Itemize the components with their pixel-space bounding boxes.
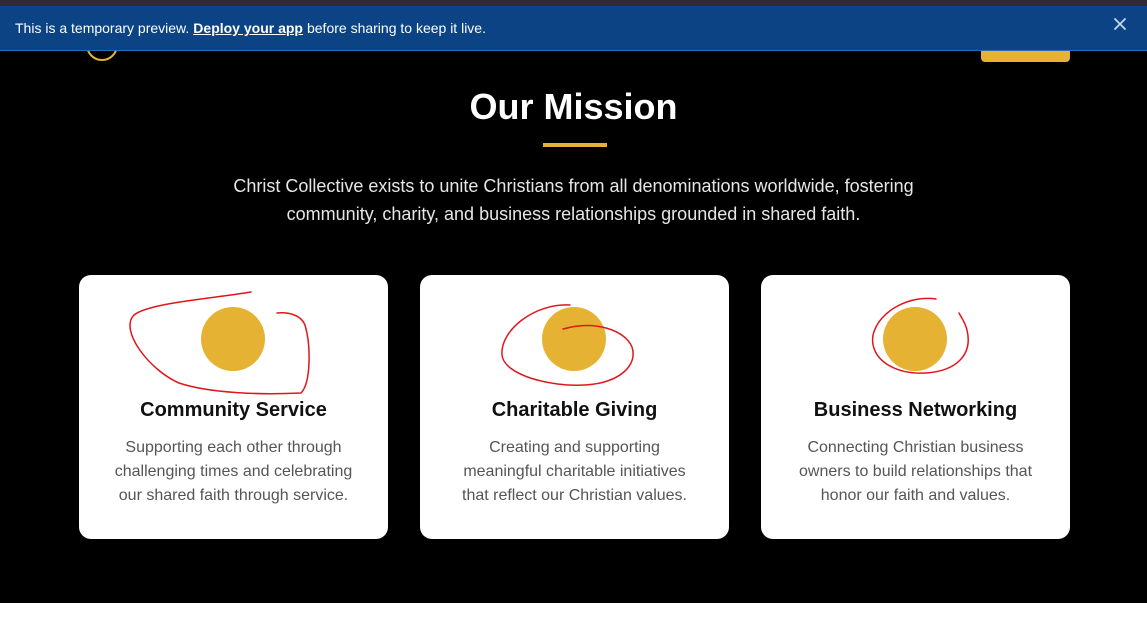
card-charitable-giving: Charitable Giving Creating and supportin… [420,275,729,539]
banner-prefix: This is a temporary preview. [15,20,190,36]
card-community-service: Community Service Supporting each other … [79,275,388,539]
card-title: Charitable Giving [491,399,658,421]
card-business-networking: Business Networking Connecting Christian… [761,275,1070,539]
close-icon[interactable] [1113,17,1127,31]
card-title: Community Service [140,399,327,421]
card-text: Connecting Christian business owners to … [798,439,1033,504]
title-underline [543,143,607,147]
business-networking-icon [883,307,947,371]
mission-title: Our Mission [469,86,678,127]
card-text: Supporting each other through challengin… [114,439,353,504]
banner-suffix: before sharing to keep it live. [306,20,486,36]
preview-banner: This is a temporary preview. Deploy your… [0,6,1147,51]
card-title: Business Networking [813,399,1018,421]
charitable-giving-icon [542,307,606,371]
mission-section: COLLECTIVE Our Mission Christ Collective… [0,6,1147,603]
mission-description: Christ Collective exists to unite Christ… [233,176,914,224]
community-service-icon [201,307,265,371]
deploy-app-link[interactable]: Deploy your app [193,20,303,36]
card-text: Creating and supporting meaningful chari… [462,439,687,504]
